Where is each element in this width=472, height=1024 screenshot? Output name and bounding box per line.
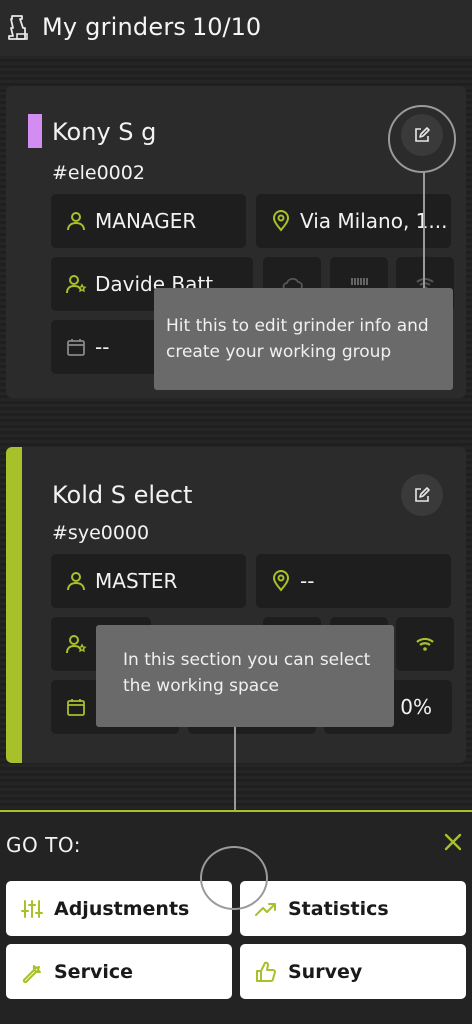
statistics-label: Statistics: [288, 897, 389, 920]
service-label: Service: [54, 960, 133, 983]
adjustments-label: Adjustments: [54, 897, 190, 920]
adjustments-button[interactable]: Adjustments: [6, 881, 232, 936]
grinder-name: Kold S elect: [52, 481, 193, 509]
grinder-color-tag: [28, 114, 42, 148]
section-tooltip: In this section you can select the worki…: [96, 625, 394, 727]
survey-button[interactable]: Survey: [240, 944, 466, 999]
location-cell: --: [256, 554, 451, 608]
edit-highlight-ring: [388, 105, 456, 173]
thumbs-up-icon: [256, 961, 276, 982]
grinder-code: #sye0000: [52, 522, 150, 544]
calendar-icon: [67, 339, 85, 356]
close-icon[interactable]: [441, 830, 465, 854]
location-label: Via Milano, 1...: [300, 209, 448, 233]
edit-icon: [415, 487, 430, 502]
role-cell: MASTER: [51, 554, 246, 608]
user-icon: [67, 572, 85, 591]
wrench-icon: [22, 964, 41, 983]
edit-tooltip: Hit this to edit grinder info and create…: [154, 288, 453, 390]
user-icon: [67, 212, 85, 231]
edit-grinder-button[interactable]: [401, 474, 443, 516]
role-label: MANAGER: [95, 209, 197, 233]
location-pin-icon: [272, 210, 290, 232]
page-title: My grinders: [42, 13, 187, 41]
percent-label: 0%: [400, 695, 432, 719]
grinder-code: #ele0002: [52, 162, 145, 184]
calendar-icon: [67, 699, 85, 716]
statistics-button[interactable]: Statistics: [240, 881, 466, 936]
wifi-cell: [396, 617, 454, 671]
grinder-logo-icon: [8, 15, 28, 40]
user-star-icon: [66, 635, 87, 654]
role-label: MASTER: [95, 569, 178, 593]
app-header: My grinders 10/10: [0, 0, 472, 56]
grinder-count: 10/10: [192, 13, 262, 41]
goto-title: GO TO:: [6, 833, 81, 857]
grinder-color-tag: [6, 447, 22, 763]
wifi-icon: [416, 637, 434, 651]
date-cell: --: [51, 320, 161, 374]
date-label: --: [95, 335, 110, 359]
service-button[interactable]: Service: [6, 944, 232, 999]
location-pin-icon: [272, 570, 290, 592]
grinder-name: Kony S g: [52, 118, 157, 146]
location-cell: Via Milano, 1...: [256, 194, 451, 248]
goto-panel: GO TO: Adjustments Statistics Service Su…: [0, 810, 472, 1024]
user-star-icon: [66, 275, 87, 294]
location-label: --: [300, 569, 315, 593]
sliders-icon: [21, 899, 43, 918]
tooltip-pointer-line: [423, 172, 425, 288]
role-cell: MANAGER: [51, 194, 246, 248]
survey-label: Survey: [288, 960, 363, 983]
goto-highlight-ring: [200, 846, 268, 910]
